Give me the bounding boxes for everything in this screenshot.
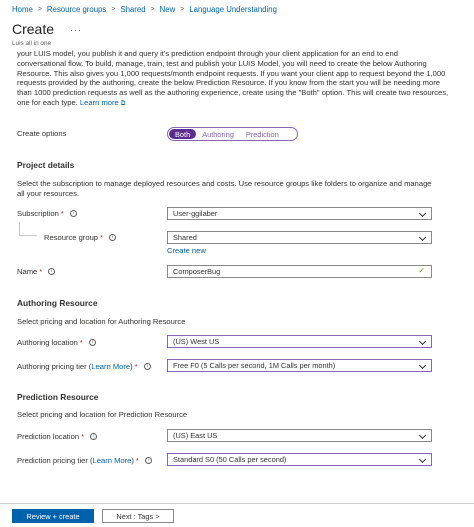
prediction-tier-select[interactable]: Standard S0 (50 Calls per second): [167, 453, 432, 466]
intro-text: your LUIS model, you publish it and quer…: [17, 49, 449, 109]
authoring-location-label-text: Authoring location: [17, 338, 78, 347]
option-prediction[interactable]: Prediction: [240, 129, 285, 139]
required-marker: *: [39, 267, 43, 276]
resource-group-select[interactable]: Shared: [167, 231, 432, 244]
prediction-resource-description: Select pricing and location for Predicti…: [17, 410, 188, 419]
required-marker: *: [60, 209, 64, 218]
subscription-value: User-ggilaber: [173, 209, 218, 218]
page-title: Create: [12, 21, 55, 37]
info-icon[interactable]: i: [143, 363, 151, 370]
external-link-icon: ⧉: [120, 99, 126, 107]
tree-connector: [19, 235, 37, 236]
create-options-toggle: Both Authoring Prediction: [167, 127, 298, 141]
info-icon[interactable]: i: [88, 339, 96, 346]
chevron-down-icon: [418, 209, 427, 218]
page-subtitle: Luis all in one: [12, 40, 52, 47]
breadcrumb-new[interactable]: New: [160, 5, 176, 14]
prediction-tier-suffix: ): [131, 456, 134, 465]
authoring-location-value: (US) West US: [173, 337, 220, 346]
required-marker: *: [134, 362, 138, 371]
authoring-tier-value: Free F0 (5 Calls per second, 1M Calls pe…: [173, 361, 336, 370]
authoring-tier-label: Authoring pricing tier (Learn More) * i: [17, 362, 151, 371]
authoring-location-select[interactable]: (US) West US: [167, 335, 432, 348]
chevron-right-icon: >: [37, 5, 42, 13]
checkmark-icon: ✓: [418, 266, 425, 275]
option-both[interactable]: Both: [169, 129, 197, 139]
authoring-resource-description: Select pricing and location for Authorin…: [17, 317, 186, 326]
prediction-location-select[interactable]: (US) East US: [167, 429, 432, 442]
authoring-resource-heading: Authoring Resource: [17, 298, 98, 308]
subscription-label: Subscription * i: [17, 209, 77, 218]
breadcrumb-shared[interactable]: Shared: [120, 5, 145, 14]
required-marker: *: [135, 456, 139, 465]
chevron-right-icon: >: [111, 5, 116, 13]
name-label-text: Name: [17, 267, 38, 276]
authoring-tier-prefix: Authoring pricing tier (: [17, 362, 92, 371]
required-marker: *: [81, 432, 85, 441]
learn-more-label: Learn more: [79, 97, 119, 107]
info-icon[interactable]: i: [109, 234, 117, 241]
create-new-link[interactable]: Create new: [167, 246, 206, 255]
prediction-location-label: Prediction location * i: [17, 432, 98, 441]
breadcrumb: Home > Resource groups > Shared > New > …: [12, 3, 277, 15]
info-icon[interactable]: i: [90, 433, 98, 440]
prediction-tier-label: Prediction pricing tier (Learn More) * i: [17, 456, 152, 465]
next-tags-button[interactable]: Next : Tags >: [102, 509, 174, 523]
chevron-right-icon: >: [180, 5, 185, 13]
prediction-tier-learn-more-link[interactable]: Learn More: [93, 456, 132, 465]
required-marker: *: [100, 233, 104, 242]
chevron-down-icon: [418, 361, 427, 370]
more-options-icon[interactable]: ···: [70, 25, 82, 35]
authoring-location-label: Authoring location * i: [17, 338, 96, 347]
chevron-down-icon: [418, 431, 427, 440]
prediction-tier-value: Standard S0 (50 Calls per second): [173, 455, 287, 464]
breadcrumb-home[interactable]: Home: [12, 5, 33, 14]
authoring-tier-learn-more-link[interactable]: Learn More: [91, 362, 130, 371]
review-create-button[interactable]: Review + create: [12, 509, 94, 523]
breadcrumb-resource-groups[interactable]: Resource groups: [47, 5, 106, 14]
create-options-label: Create options: [17, 129, 67, 138]
resource-group-value: Shared: [173, 233, 197, 242]
name-value: ComposerBug: [173, 267, 221, 276]
chevron-right-icon: >: [150, 5, 155, 13]
learn-more-link[interactable]: Learn more ⧉: [80, 98, 126, 107]
subscription-select[interactable]: User-ggilaber: [167, 207, 432, 220]
chevron-down-icon: [418, 233, 427, 242]
chevron-down-icon: [418, 455, 427, 464]
prediction-location-label-text: Prediction location: [17, 432, 80, 441]
option-authoring[interactable]: Authoring: [196, 129, 240, 139]
info-icon[interactable]: i: [69, 210, 77, 217]
prediction-tier-prefix: Prediction pricing tier (: [17, 456, 93, 465]
info-icon[interactable]: i: [48, 268, 56, 275]
prediction-resource-heading: Prediction Resource: [17, 392, 99, 402]
authoring-tier-suffix: ): [130, 362, 133, 371]
subscription-label-text: Subscription: [17, 209, 59, 218]
project-details-heading: Project details: [17, 160, 75, 170]
tree-connector: [19, 222, 20, 235]
info-icon[interactable]: i: [144, 457, 152, 464]
name-label: Name * i: [17, 267, 56, 276]
authoring-tier-select[interactable]: Free F0 (5 Calls per second, 1M Calls pe…: [167, 359, 432, 372]
footer-divider: [0, 503, 474, 504]
resource-group-label: Resource group * i: [44, 233, 117, 242]
breadcrumb-language-understanding[interactable]: Language Understanding: [189, 5, 277, 14]
chevron-down-icon: [418, 337, 427, 346]
required-marker: *: [79, 338, 83, 347]
name-input[interactable]: ComposerBug ✓: [167, 265, 432, 278]
resource-group-label-text: Resource group: [44, 233, 99, 242]
project-details-description: Select the subscription to manage deploy…: [17, 179, 432, 198]
prediction-location-value: (US) East US: [173, 431, 218, 440]
